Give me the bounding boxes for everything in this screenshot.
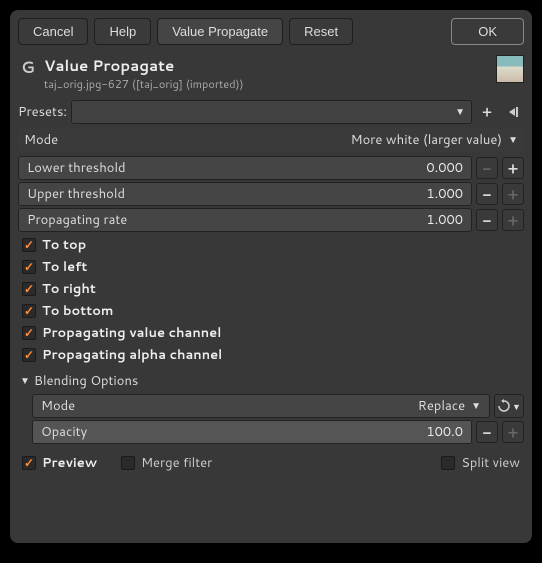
to-top-row: To top bbox=[18, 234, 524, 256]
lower-threshold-input[interactable]: Lower threshold 0.000 bbox=[18, 156, 472, 180]
blending-options-expander[interactable]: ▼ Blending Options bbox=[18, 366, 524, 394]
opacity-input[interactable]: Opacity 100.0 bbox=[32, 420, 472, 444]
to-top-label: To top bbox=[42, 236, 86, 254]
help-button[interactable]: Help bbox=[94, 18, 151, 45]
increment-button[interactable]: + bbox=[502, 183, 524, 205]
to-left-row: To left bbox=[18, 256, 524, 278]
presets-row: Presets: ▼ + bbox=[18, 100, 524, 124]
reset-button[interactable]: Reset bbox=[289, 18, 353, 45]
preset-menu-button[interactable] bbox=[502, 101, 524, 123]
to-bottom-label: To bottom bbox=[42, 302, 114, 320]
preview-label: Preview bbox=[42, 454, 97, 472]
chevron-down-icon: ▼ bbox=[508, 133, 518, 147]
opacity-row: Opacity 100.0 − + bbox=[32, 420, 524, 444]
increment-button[interactable]: + bbox=[502, 421, 524, 443]
to-bottom-checkbox[interactable] bbox=[22, 304, 36, 318]
to-right-checkbox[interactable] bbox=[22, 282, 36, 296]
header-text: Value Propagate taj_orig.jpg-627 ([taj_o… bbox=[44, 55, 490, 92]
value-channel-checkbox[interactable] bbox=[22, 326, 36, 340]
blend-mode-combo[interactable]: Mode Replace ▼ bbox=[32, 394, 490, 418]
chevron-down-icon: ▼ bbox=[20, 374, 30, 388]
upper-threshold-label: Upper threshold bbox=[27, 185, 125, 203]
preview-checkbox[interactable] bbox=[22, 456, 36, 470]
propagating-rate-label: Propagating rate bbox=[27, 211, 127, 229]
upper-threshold-value: 1.000 bbox=[426, 185, 463, 203]
merge-filter-label: Merge filter bbox=[141, 454, 212, 472]
value-channel-row: Propagating value channel bbox=[18, 322, 524, 344]
alpha-channel-label: Propagating alpha channel bbox=[42, 346, 222, 364]
gimp-icon: G bbox=[18, 57, 38, 77]
chevron-down-icon: ▼ bbox=[512, 400, 521, 413]
cancel-button[interactable]: Cancel bbox=[18, 18, 88, 45]
mode-value: More white (larger value) bbox=[351, 131, 502, 149]
upper-threshold-input[interactable]: Upper threshold 1.000 bbox=[18, 182, 472, 206]
blend-mode-row: Mode Replace ▼ ▼ bbox=[32, 394, 524, 418]
opacity-label: Opacity bbox=[41, 423, 87, 441]
decrement-button[interactable]: − bbox=[476, 157, 498, 179]
ok-button[interactable]: OK bbox=[451, 18, 524, 45]
preset-add-button[interactable]: + bbox=[476, 101, 498, 123]
to-right-row: To right bbox=[18, 278, 524, 300]
split-view-checkbox[interactable] bbox=[441, 456, 455, 470]
mode-row[interactable]: Mode More white (larger value) ▼ bbox=[18, 128, 524, 152]
dialog-window: Cancel Help Value Propagate Reset OK G V… bbox=[10, 10, 532, 543]
merge-filter-checkbox[interactable] bbox=[121, 456, 135, 470]
blending-options-content: Mode Replace ▼ ▼ Opacity 100.0 − + bbox=[18, 394, 524, 444]
blend-mode-value: Replace bbox=[418, 397, 465, 415]
lower-threshold-row: Lower threshold 0.000 − + bbox=[18, 156, 524, 180]
chevron-down-icon: ▼ bbox=[471, 399, 481, 413]
mode-label: Mode bbox=[24, 131, 58, 149]
alpha-channel-row: Propagating alpha channel bbox=[18, 344, 524, 366]
increment-button[interactable]: + bbox=[502, 209, 524, 231]
blend-mode-reset-button[interactable]: ▼ bbox=[494, 394, 524, 418]
value-channel-label: Propagating value channel bbox=[42, 324, 221, 342]
opacity-value: 100.0 bbox=[426, 423, 463, 441]
alpha-channel-checkbox[interactable] bbox=[22, 348, 36, 362]
to-left-label: To left bbox=[42, 258, 87, 276]
split-view-label: Split view bbox=[461, 454, 520, 472]
button-bar: Cancel Help Value Propagate Reset OK bbox=[18, 18, 524, 45]
dialog-subtitle: taj_orig.jpg-627 ([taj_orig] (imported)) bbox=[44, 76, 490, 92]
blend-mode-label: Mode bbox=[41, 397, 75, 415]
decrement-button[interactable]: − bbox=[476, 209, 498, 231]
to-left-checkbox[interactable] bbox=[22, 260, 36, 274]
increment-button[interactable]: + bbox=[502, 157, 524, 179]
chevron-down-icon: ▼ bbox=[455, 105, 465, 119]
header: G Value Propagate taj_orig.jpg-627 ([taj… bbox=[18, 55, 524, 92]
propagating-rate-value: 1.000 bbox=[426, 211, 463, 229]
presets-label: Presets: bbox=[18, 103, 67, 121]
presets-combo[interactable]: ▼ bbox=[71, 100, 472, 124]
to-bottom-row: To bottom bbox=[18, 300, 524, 322]
lower-threshold-label: Lower threshold bbox=[27, 159, 126, 177]
propagating-rate-input[interactable]: Propagating rate 1.000 bbox=[18, 208, 472, 232]
footer: Preview Merge filter Split view bbox=[18, 452, 524, 474]
lower-threshold-value: 0.000 bbox=[426, 159, 463, 177]
propagating-rate-row: Propagating rate 1.000 − + bbox=[18, 208, 524, 232]
upper-threshold-row: Upper threshold 1.000 − + bbox=[18, 182, 524, 206]
blending-options-label: Blending Options bbox=[34, 372, 138, 390]
to-right-label: To right bbox=[42, 280, 96, 298]
dialog-title: Value Propagate bbox=[44, 55, 490, 76]
title-button[interactable]: Value Propagate bbox=[157, 18, 283, 45]
decrement-button[interactable]: − bbox=[476, 421, 498, 443]
decrement-button[interactable]: − bbox=[476, 183, 498, 205]
to-top-checkbox[interactable] bbox=[22, 238, 36, 252]
image-thumbnail[interactable] bbox=[496, 55, 524, 83]
